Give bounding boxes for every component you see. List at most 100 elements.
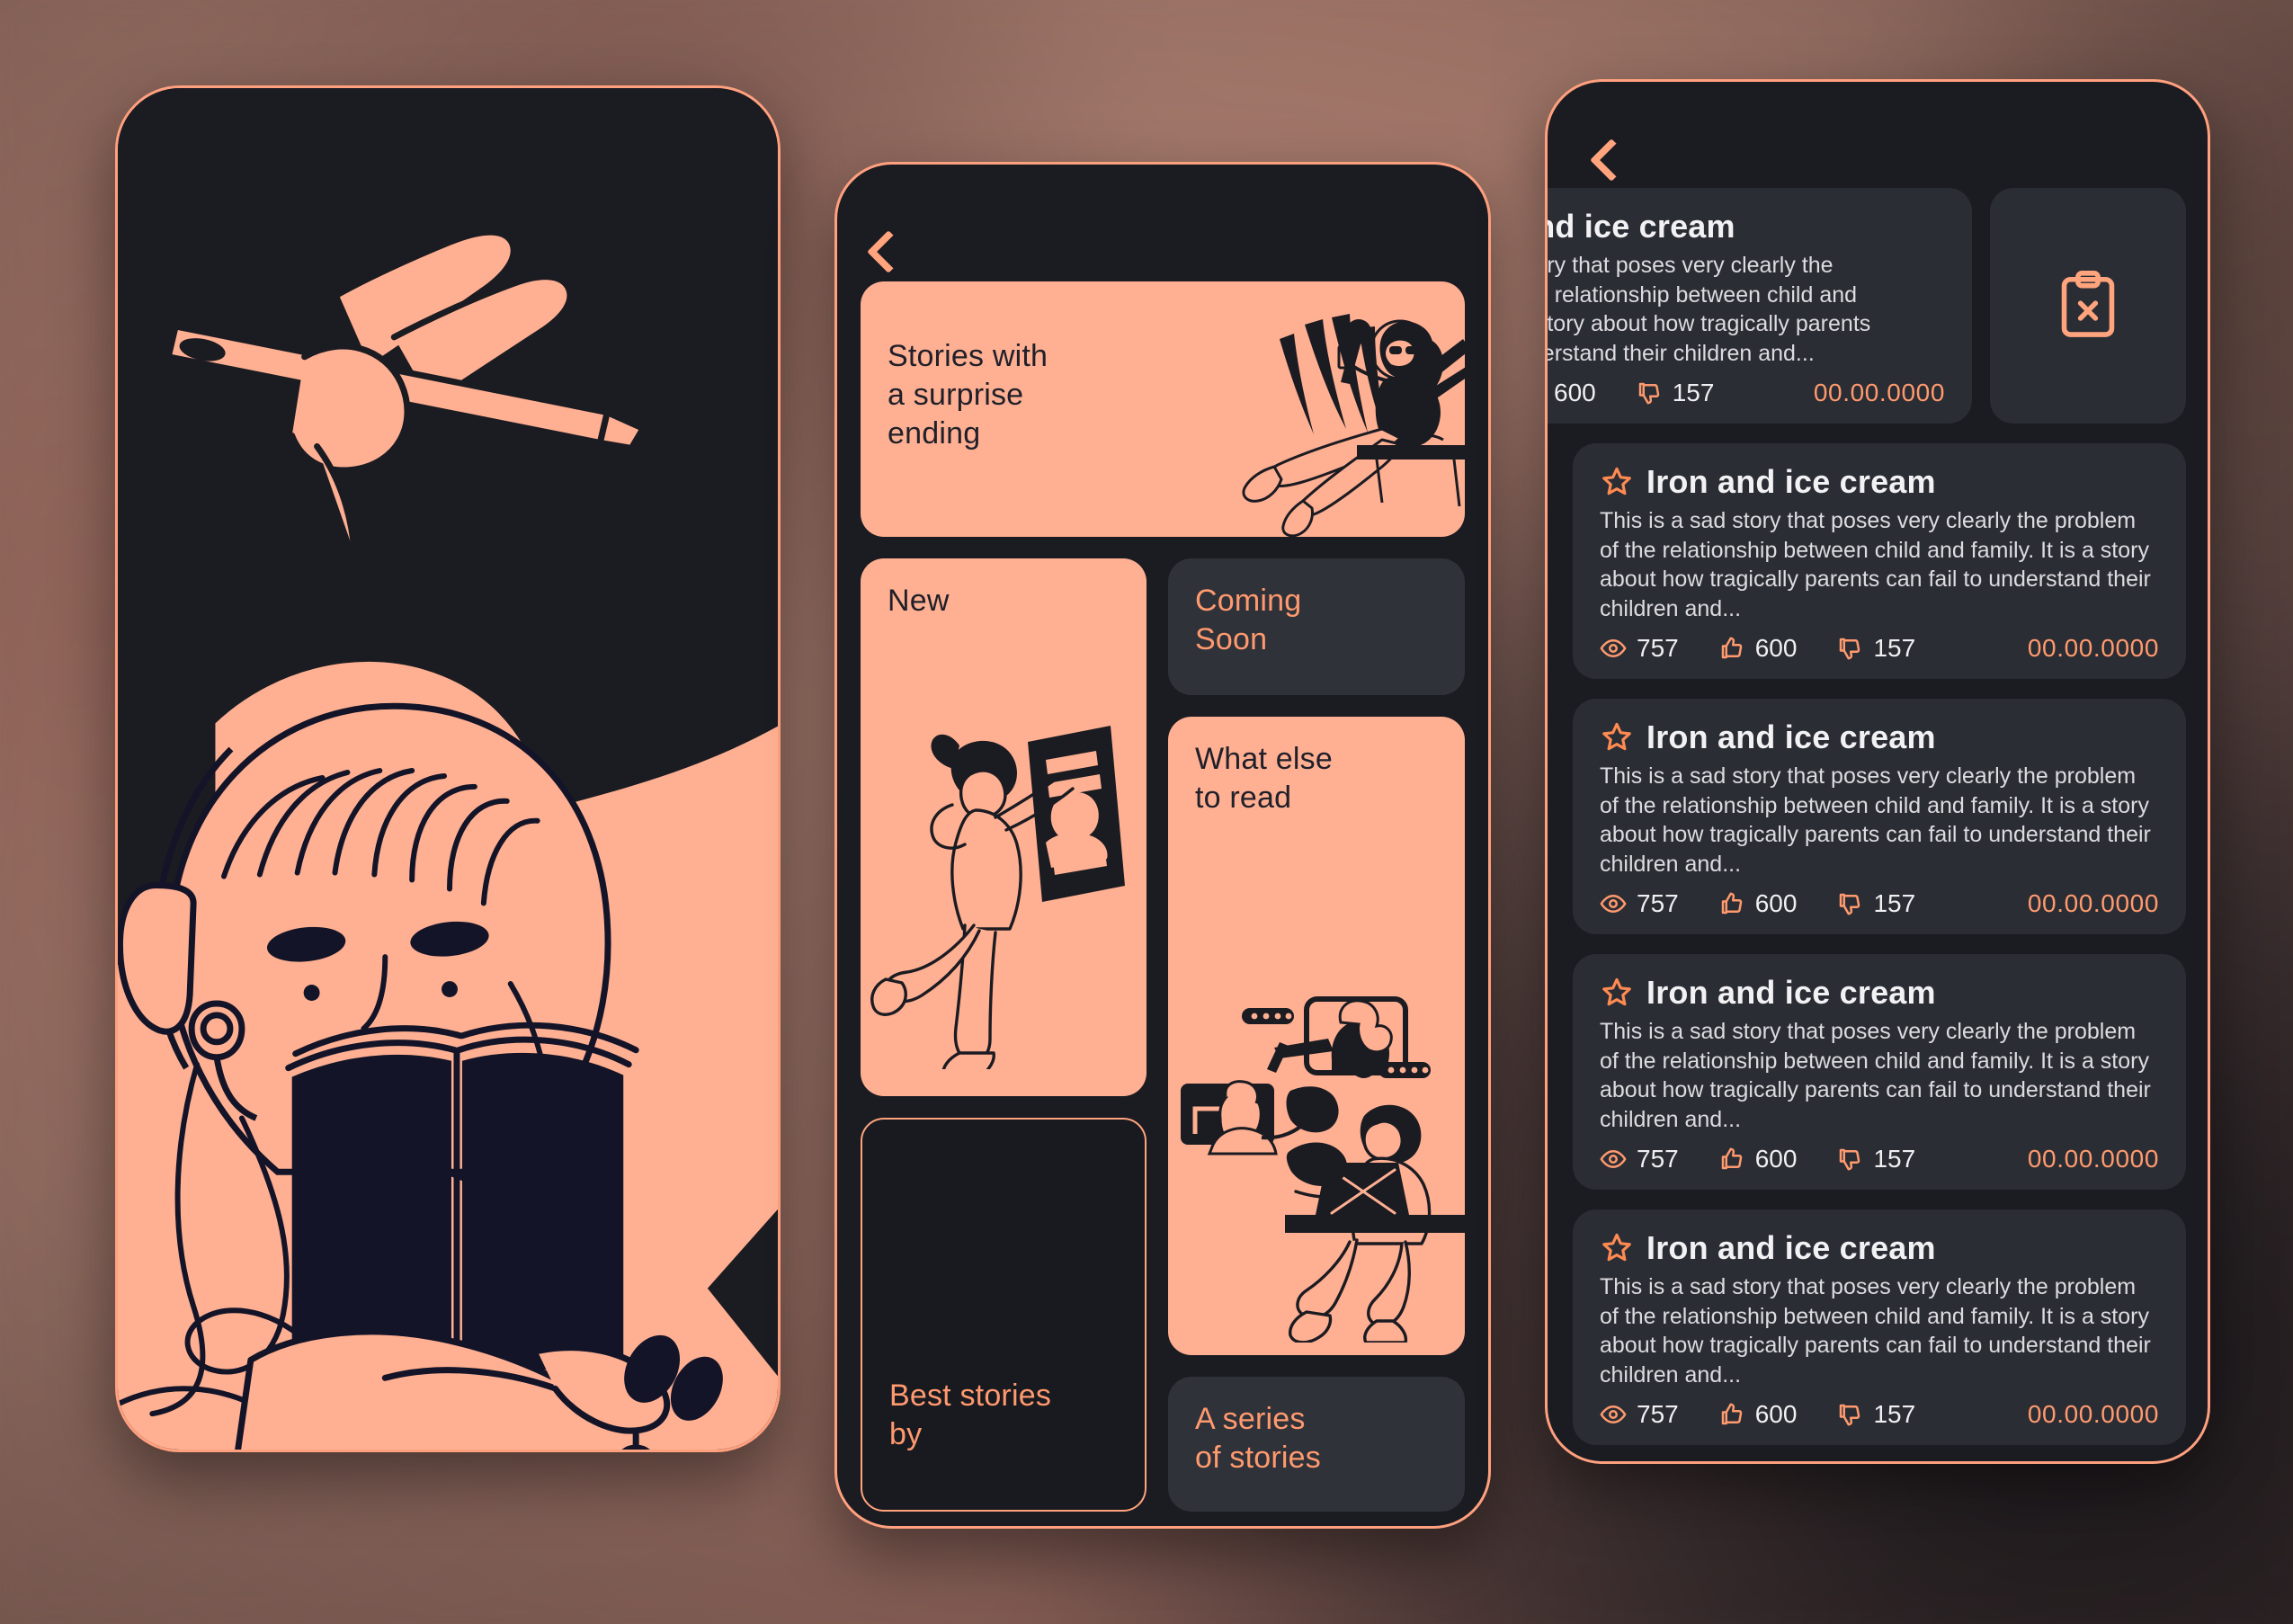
- story-title: Iron and ice cream: [1646, 974, 1936, 1011]
- views-count: 757: [1637, 1400, 1679, 1428]
- story-card-swiped[interactable]: and ice cream story that poses very clea…: [1548, 188, 1972, 424]
- story-title: and ice cream: [1548, 208, 1735, 245]
- reading-girl-illustration: [118, 88, 778, 1450]
- category-card-best-stories[interactable]: Best stories by: [861, 1118, 1146, 1512]
- star-icon[interactable]: [1600, 976, 1634, 1010]
- thumbs-down-icon: [1840, 1148, 1860, 1171]
- card-best-title: Best stories by: [889, 1379, 1052, 1452]
- story-title: Iron and ice cream: [1646, 1229, 1936, 1266]
- story-body: This is a sad story that poses very clea…: [1600, 1019, 2151, 1132]
- views-count: 757: [1637, 634, 1679, 662]
- views-meta: 757: [1600, 1145, 1679, 1173]
- story-card[interactable]: Iron and ice cream This is a sad story t…: [1573, 699, 2186, 934]
- likes-meta[interactable]: 600: [1548, 379, 1596, 407]
- eye-icon: [1600, 894, 1627, 914]
- delete-story-button[interactable]: [1990, 188, 2186, 424]
- star-icon[interactable]: [1600, 1231, 1634, 1265]
- dislikes-meta[interactable]: 157: [1636, 379, 1715, 407]
- story-head: Iron and ice cream: [1600, 974, 2159, 1012]
- back-button-phone2[interactable]: [861, 165, 1465, 281]
- thumbs-down-icon: [1840, 1404, 1860, 1426]
- category-card-what-else-to-read[interactable]: What else to read: [1168, 717, 1465, 1355]
- likes-count: 600: [1754, 1400, 1798, 1428]
- dislikes-count: 157: [1873, 889, 1916, 917]
- story-date: 00.00.0000: [1813, 379, 1945, 406]
- card-whatelse-title: What else to read: [1195, 742, 1333, 815]
- story-list[interactable]: and ice cream story that poses very clea…: [1548, 188, 2208, 1461]
- star-icon[interactable]: [1600, 465, 1634, 499]
- hero-card-title: Stories with a surprise ending: [888, 339, 1048, 451]
- swiped-list-row: and ice cream story that poses very clea…: [1548, 188, 2186, 424]
- card-series-title: A series of stories: [1195, 1402, 1321, 1475]
- category-card-new[interactable]: New: [861, 558, 1146, 1096]
- thumbs-down-icon: [1840, 638, 1860, 660]
- story-body: This is a sad story that poses very clea…: [1600, 1274, 2151, 1388]
- likes-meta[interactable]: 600: [1718, 1400, 1798, 1429]
- likes-count: 600: [1554, 379, 1596, 406]
- likes-count: 600: [1754, 634, 1798, 662]
- story-meta: 600 157 00.00.0000: [1548, 379, 1945, 407]
- views-count: 757: [1637, 889, 1679, 917]
- eye-icon: [1600, 1405, 1627, 1424]
- story-meta: 757 600 157 00.00.0000: [1600, 889, 2159, 918]
- thumbs-down-icon: [1638, 382, 1660, 405]
- thumbs-down-icon: [1840, 893, 1860, 915]
- likes-count: 600: [1754, 889, 1798, 917]
- story-date: 00.00.0000: [2027, 634, 2159, 662]
- phone-screen-story-list: and ice cream story that poses very clea…: [1545, 79, 2210, 1464]
- chevron-left-icon[interactable]: [1589, 138, 1634, 183]
- likes-meta[interactable]: 600: [1718, 634, 1798, 663]
- story-card[interactable]: Iron and ice cream This is a sad story t…: [1573, 443, 2186, 679]
- dislikes-meta[interactable]: 157: [1836, 1145, 1915, 1173]
- story-head: Iron and ice cream: [1600, 718, 2159, 756]
- story-head: and ice cream: [1548, 208, 1945, 245]
- story-date: 00.00.0000: [2027, 1145, 2159, 1173]
- story-body: This is a sad story that poses very clea…: [1600, 763, 2151, 877]
- card-coming-title: Coming Soon: [1195, 584, 1302, 656]
- card-new-title: New: [888, 584, 950, 618]
- views-count: 757: [1637, 1145, 1679, 1173]
- thumbs-up-icon: [1721, 1147, 1743, 1170]
- thumbs-up-icon: [1721, 1403, 1743, 1425]
- story-head: Iron and ice cream: [1600, 1229, 2159, 1267]
- clipboard-x-icon: [2061, 271, 2115, 337]
- dislikes-meta[interactable]: 157: [1836, 889, 1915, 918]
- woman-on-lounger-illustration: [1173, 287, 1465, 537]
- eye-icon: [1600, 638, 1627, 658]
- story-title: Iron and ice cream: [1646, 463, 1936, 500]
- story-date: 00.00.0000: [2027, 1400, 2159, 1428]
- dislikes-count: 157: [1873, 634, 1916, 662]
- people-with-screens-illustration: [1173, 983, 1465, 1343]
- woman-hanging-poster-illustration: [870, 709, 1139, 1069]
- star-icon[interactable]: [1600, 720, 1634, 754]
- eye-icon: [1600, 1149, 1627, 1169]
- views-meta: 757: [1600, 634, 1679, 663]
- thumbs-up-icon: [1721, 892, 1743, 915]
- likes-count: 600: [1754, 1145, 1798, 1173]
- category-card-series-of-stories[interactable]: A series of stories: [1168, 1377, 1465, 1512]
- category-card-coming-soon[interactable]: Coming Soon: [1168, 558, 1465, 695]
- story-head: Iron and ice cream: [1600, 463, 2159, 501]
- likes-meta[interactable]: 600: [1718, 889, 1798, 918]
- category-card-surprise-ending[interactable]: Stories with a surprise ending: [861, 281, 1465, 537]
- story-title: Iron and ice cream: [1646, 718, 1936, 755]
- dislikes-count: 157: [1672, 379, 1715, 406]
- app-mockup-stage: Stories with a surprise ending New Best …: [0, 0, 2293, 1624]
- thumbs-up-icon: [1721, 637, 1743, 659]
- story-meta: 757 600 157 00.00.0000: [1600, 1400, 2159, 1429]
- phone-screen-splash: [115, 85, 781, 1452]
- views-meta: 757: [1600, 889, 1679, 918]
- views-meta: 757: [1600, 1400, 1679, 1429]
- back-button-phone3[interactable]: [1548, 82, 2208, 188]
- story-date: 00.00.0000: [2027, 889, 2159, 917]
- dislikes-meta[interactable]: 157: [1836, 1400, 1915, 1429]
- phone-screen-categories: Stories with a surprise ending New Best …: [834, 162, 1491, 1529]
- dislikes-meta[interactable]: 157: [1836, 634, 1915, 663]
- chevron-left-icon[interactable]: [866, 229, 911, 274]
- story-card[interactable]: Iron and ice cream This is a sad story t…: [1573, 1209, 2186, 1445]
- dislikes-count: 157: [1873, 1145, 1916, 1173]
- story-meta: 757 600 157 00.00.0000: [1600, 1145, 2159, 1173]
- story-body: story that poses very clearly the the re…: [1548, 253, 1871, 366]
- story-card[interactable]: Iron and ice cream This is a sad story t…: [1573, 954, 2186, 1190]
- likes-meta[interactable]: 600: [1718, 1145, 1798, 1173]
